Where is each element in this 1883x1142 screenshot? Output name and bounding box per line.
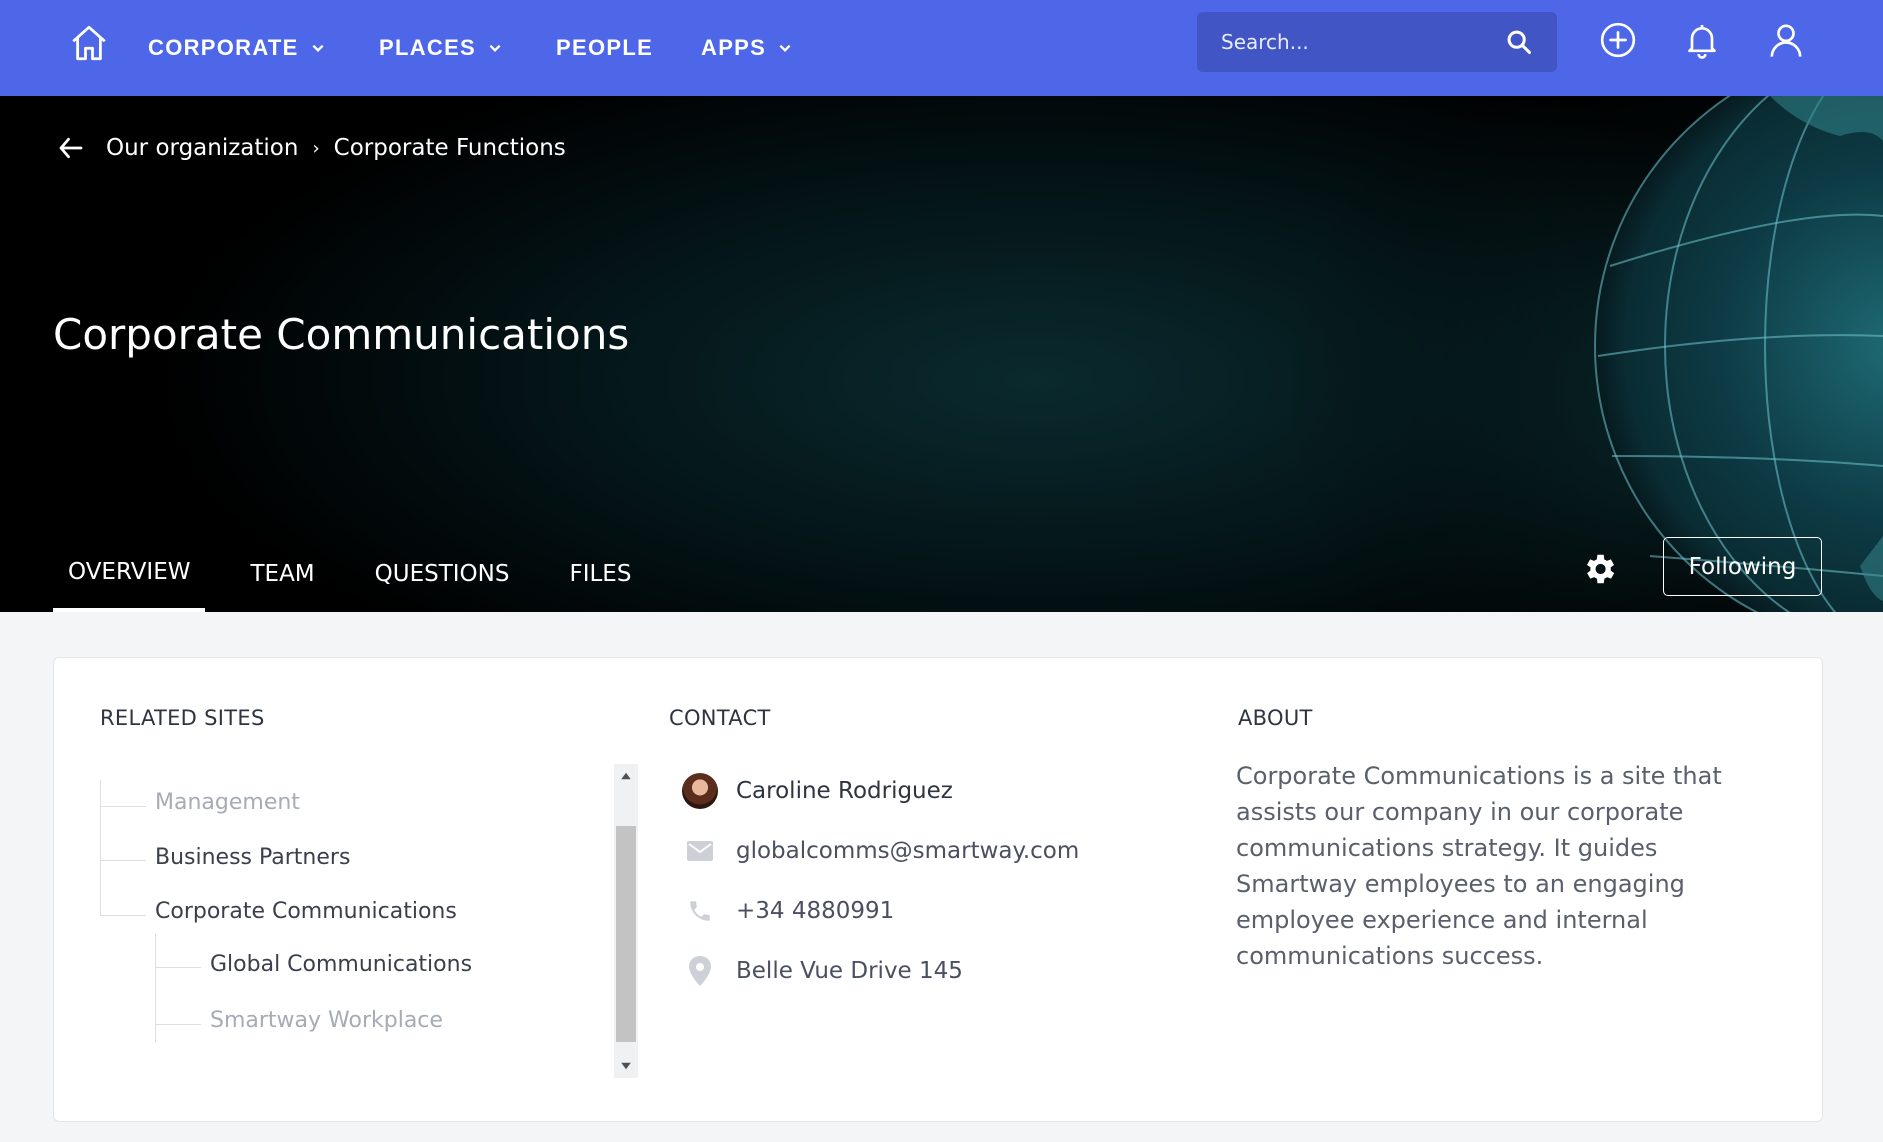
contact-heading: CONTACT [669,706,771,730]
related-sites-scrollbar[interactable] [614,764,638,1078]
related-site-smartway-workplace[interactable]: Smartway Workplace [210,1008,443,1033]
nav-menu-label: APPS [701,35,767,60]
scroll-up-arrow-icon[interactable] [618,768,634,784]
chevron-down-icon [489,44,501,52]
email-icon [687,841,713,861]
email-icon-wrapper [682,833,718,869]
tree-connector [155,934,156,1042]
contact-address[interactable]: Belle Vue Drive 145 [682,951,963,991]
location-pin-icon [689,956,711,986]
phone-icon-wrapper [682,893,718,929]
nav-menu-label: PLACES [379,35,477,60]
contact-address-text: Belle Vue Drive 145 [736,958,963,984]
following-button[interactable]: Following [1663,537,1822,596]
tree-connector [100,780,101,916]
site-header-banner: Our organization › Corporate Functions C… [0,96,1883,612]
contact-name: Caroline Rodriguez [736,778,953,804]
site-overview-card: RELATED SITES Management Business Partne… [53,657,1823,1122]
tab-files[interactable]: FILES [554,536,646,612]
search-placeholder: Search... [1221,30,1309,54]
tab-team[interactable]: TEAM [235,536,329,612]
tree-connector [155,967,201,968]
about-description: Corporate Communications is a site that … [1236,762,1722,970]
breadcrumb-link-corporate-functions[interactable]: Corporate Functions [334,135,566,161]
contact-phone[interactable]: +34 4880991 [682,891,894,931]
search-input[interactable]: Search... [1197,12,1557,72]
nav-menu-people[interactable]: PEOPLE [556,0,653,96]
phone-icon [690,901,710,921]
breadcrumb-separator: › [312,137,320,159]
tree-connector [100,806,146,807]
site-tabs: OVERVIEW TEAM QUESTIONS FILES [53,536,676,612]
tab-overview[interactable]: OVERVIEW [53,536,206,612]
page-title: Corporate Communications [53,310,630,359]
tree-connector [100,860,146,861]
breadcrumb: Our organization › Corporate Functions [56,124,566,172]
scroll-down-arrow-icon[interactable] [618,1058,634,1074]
search-icon[interactable] [1505,28,1533,56]
related-site-business-partners[interactable]: Business Partners [155,845,350,870]
bell-icon[interactable] [1682,20,1722,60]
contact-email-text: globalcomms@smartway.com [736,838,1080,864]
related-sites-heading: RELATED SITES [100,706,265,730]
user-icon[interactable] [1766,20,1806,60]
location-pin-icon-wrapper [682,953,718,989]
contact-email[interactable]: globalcomms@smartway.com [682,831,1079,871]
related-site-global-communications[interactable]: Global Communications [210,952,472,977]
gear-icon[interactable] [1580,550,1618,588]
nav-menu-label: PEOPLE [556,35,654,60]
top-navigation-bar: CORPORATE PLACES PEOPLE APPS Search... [0,0,1883,96]
contact-person[interactable]: Caroline Rodriguez [682,771,953,811]
related-site-management[interactable]: Management [155,790,300,815]
nav-menu-corporate[interactable]: CORPORATE [148,0,325,96]
nav-menu-apps[interactable]: APPS [701,0,792,96]
nav-menu-label: CORPORATE [148,35,299,60]
tab-questions[interactable]: QUESTIONS [360,536,525,612]
nav-menu-places[interactable]: PLACES [379,0,502,96]
about-heading: ABOUT [1238,706,1313,730]
tree-connector [155,1024,201,1025]
tree-connector [100,915,146,916]
contact-phone-text: +34 4880991 [736,898,895,924]
chevron-down-icon [312,44,324,52]
arrow-left-icon[interactable] [56,133,86,163]
breadcrumb-link-our-organization[interactable]: Our organization [106,135,298,161]
chevron-down-icon [779,44,791,52]
add-circle-icon[interactable] [1598,20,1638,60]
avatar-wrapper [682,773,718,809]
related-site-corporate-communications[interactable]: Corporate Communications [155,899,457,924]
avatar [682,773,718,809]
scrollbar-thumb[interactable] [616,826,636,1042]
home-icon[interactable] [68,22,110,64]
